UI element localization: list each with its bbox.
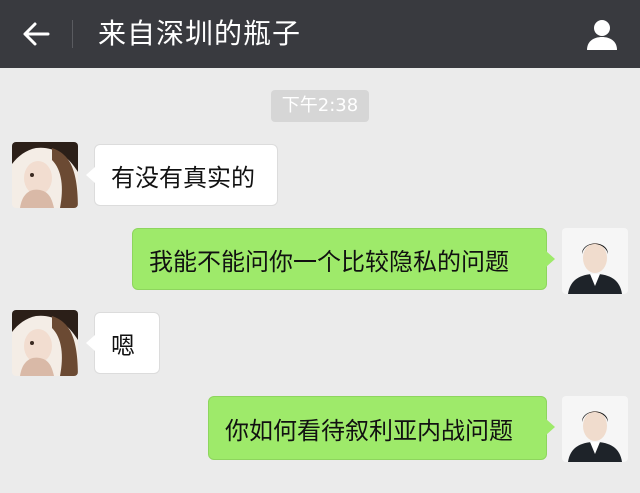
top-bar: 来自深圳的瓶子 xyxy=(0,0,640,68)
header-divider xyxy=(72,20,73,48)
message-text: 你如何看待叙利亚内战问题 xyxy=(225,416,513,445)
message-bubble-outgoing[interactable]: 你如何看待叙利亚内战问题 xyxy=(208,396,555,460)
message-text: 我能不能问你一个比较隐私的问题 xyxy=(149,247,509,276)
profile-button[interactable] xyxy=(580,12,624,56)
message-text: 有没有真实的 xyxy=(111,163,255,192)
back-arrow-icon xyxy=(23,22,50,46)
contact-avatar-image xyxy=(12,310,78,376)
contact-avatar-image xyxy=(12,142,78,208)
timestamp: 下午2:38 xyxy=(271,90,369,122)
my-avatar[interactable] xyxy=(562,228,628,294)
message-bubble-incoming[interactable]: 有没有真实的 xyxy=(86,144,278,206)
contact-avatar[interactable] xyxy=(12,310,78,376)
contact-avatar[interactable] xyxy=(12,142,78,208)
person-icon xyxy=(587,20,617,50)
back-button[interactable] xyxy=(14,12,58,56)
my-avatar-image xyxy=(562,396,628,462)
message-bubble-incoming[interactable]: 嗯 xyxy=(86,312,160,374)
my-avatar-image xyxy=(562,228,628,294)
chat-title: 来自深圳的瓶子 xyxy=(98,17,302,50)
my-avatar[interactable] xyxy=(562,396,628,462)
message-bubble-outgoing[interactable]: 我能不能问你一个比较隐私的问题 xyxy=(132,228,555,290)
message-text: 嗯 xyxy=(111,331,135,360)
